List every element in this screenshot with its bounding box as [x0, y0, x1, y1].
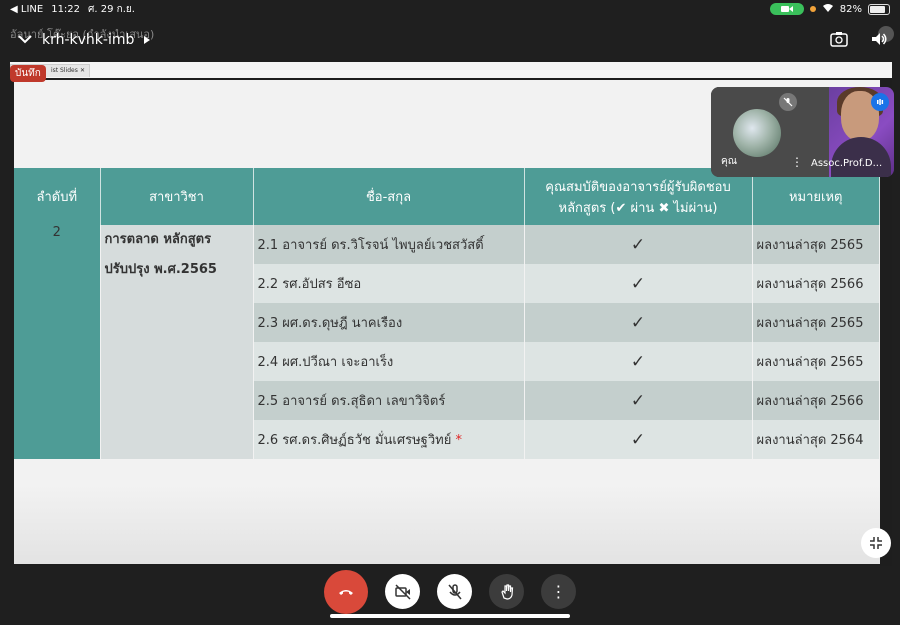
date: ศ. 29 ก.ย.	[88, 3, 135, 15]
seq-cell: 2	[14, 225, 101, 459]
mic-toggle-button[interactable]	[437, 574, 472, 609]
note-cell: ผลงานล่าสุด 2565	[752, 342, 880, 381]
lecturer-name: 2.5 อาจารย์ ดร.สุธิดา เลขาวิจิตร์	[257, 394, 446, 409]
lecturer-name: 2.1 อาจารย์ ดร.วิโรจน์ ไพบูลย์เวชสวัสดิ์	[257, 238, 484, 253]
lecturer-name: 2.6 รศ.ดร.ศิษฏ์ธวัช มั่นเศรษฐวิทย์	[257, 433, 452, 448]
qualification-table: ลำดับที่ สาขาวิชา ชื่อ-สกุล คุณสมบัติของ…	[14, 168, 880, 459]
battery-icon	[868, 3, 890, 15]
note-cell: ผลงานล่าสุด 2564	[752, 420, 880, 459]
more-options-button[interactable]: ⋮	[541, 574, 576, 609]
chevron-right-icon[interactable]	[144, 32, 151, 48]
header-name: ชื่อ-สกุล	[253, 168, 525, 225]
note-cell: ผลงานล่าสุด 2565	[752, 225, 880, 264]
speaker-icon[interactable]	[870, 30, 888, 52]
check-mark-icon: ✓	[524, 381, 753, 420]
raise-hand-button[interactable]	[489, 574, 524, 609]
mic-in-use-icon	[809, 6, 816, 12]
camera-toggle-button[interactable]	[385, 574, 420, 609]
check-mark-icon: ✓	[524, 303, 753, 342]
check-mark-icon: ✓	[524, 420, 753, 459]
call-controls: ⋮	[0, 566, 900, 625]
clock: 11:22	[51, 3, 81, 15]
mic-off-icon	[447, 583, 462, 599]
lecturer-name: 2.3 ผศ.ดร.ดุษฎี นาคเรือง	[257, 316, 403, 331]
hand-icon	[500, 583, 513, 600]
camera-off-icon	[394, 583, 411, 600]
end-call-button[interactable]	[324, 570, 368, 614]
chevron-down-icon[interactable]	[18, 32, 32, 48]
asterisk-mark: *	[455, 433, 462, 448]
note-cell: ผลงานล่าสุด 2566	[752, 264, 880, 303]
branch-line-1: การตลาด หลักสูตร	[104, 232, 212, 247]
name-cell: 2.6 รศ.ดร.ศิษฏ์ธวัช มั่นเศรษฐวิทย์ *	[253, 420, 525, 459]
close-icon: ✕	[79, 67, 85, 74]
battery-percent: 82%	[839, 3, 862, 15]
header-seq: ลำดับที่	[14, 168, 101, 225]
more-options-icon[interactable]: ⋮	[791, 155, 803, 169]
slide-bottom	[14, 484, 880, 564]
check-mark-icon: ✓	[524, 342, 753, 381]
status-bar: ◀ LINE 11:22 ศ. 29 ก.ย. 82%	[0, 0, 900, 18]
name-cell: 2.5 อาจารย์ ดร.สุธิดา เลขาวิจิตร์	[253, 381, 525, 420]
self-avatar	[733, 109, 781, 157]
name-cell: 2.3 ผศ.ดร.ดุษฎี นาคเรือง	[253, 303, 525, 342]
more-vert-icon: ⋮	[550, 582, 567, 601]
branch-line-2: ปรับปรุง พ.ศ.2565	[104, 262, 217, 277]
lecturer-name: 2.4 ผศ.ปวีณา เจะอาเร็ง	[257, 355, 394, 370]
camera-in-use-icon	[769, 3, 804, 15]
branch-cell: การตลาด หลักสูตรปรับปรุง พ.ศ.2565	[100, 225, 254, 459]
back-to-line-link[interactable]: ◀ LINE	[10, 4, 43, 15]
recording-badge: บันทึก	[10, 65, 46, 82]
collapse-icon[interactable]	[861, 528, 891, 558]
participant-tiles[interactable]: คุณ ⋮ Assoc.Prof.D...	[711, 87, 894, 177]
switch-camera-icon[interactable]	[830, 30, 848, 52]
table-row: 2 การตลาด หลักสูตร ปรับปรุง พ.ศ.2565 2.1 อา…	[14, 225, 880, 459]
header-branch: สาขาวิชา	[100, 168, 254, 225]
wifi-icon	[822, 3, 834, 16]
mic-off-icon	[779, 93, 797, 111]
name-cell: 2.4 ผศ.ปวีณา เจะอาเร็ง	[253, 342, 525, 381]
meeting-code[interactable]: krh-kvhk-imb	[42, 32, 134, 48]
check-mark-icon: ✓	[524, 264, 753, 303]
self-label: คุณ	[721, 156, 737, 167]
other-participant-label: Assoc.Prof.D...	[811, 158, 883, 169]
check-mark-icon: ✓	[524, 225, 753, 264]
home-indicator[interactable]	[330, 614, 570, 618]
participant-body	[831, 137, 891, 177]
note-cell: ผลงานล่าสุด 2566	[752, 381, 880, 420]
lecturer-name: 2.2 รศ.อัปสร อีซอ	[257, 277, 362, 292]
hang-up-icon	[339, 590, 353, 595]
name-cell: 2.2 รศ.อัปสร อีซอ	[253, 264, 525, 303]
speaking-icon	[871, 93, 889, 111]
meeting-top-bar: อัลนาย์ โต๊ะยอ (กำลังนำเสนอ) krh-kvhk-im…	[0, 18, 900, 62]
browser-tab-title: ist Slides	[51, 67, 78, 74]
note-cell: ผลงานล่าสุด 2565	[752, 303, 880, 342]
name-cell: 2.1 อาจารย์ ดร.วิโรจน์ ไพบูลย์เวชสวัสดิ์	[253, 225, 525, 264]
